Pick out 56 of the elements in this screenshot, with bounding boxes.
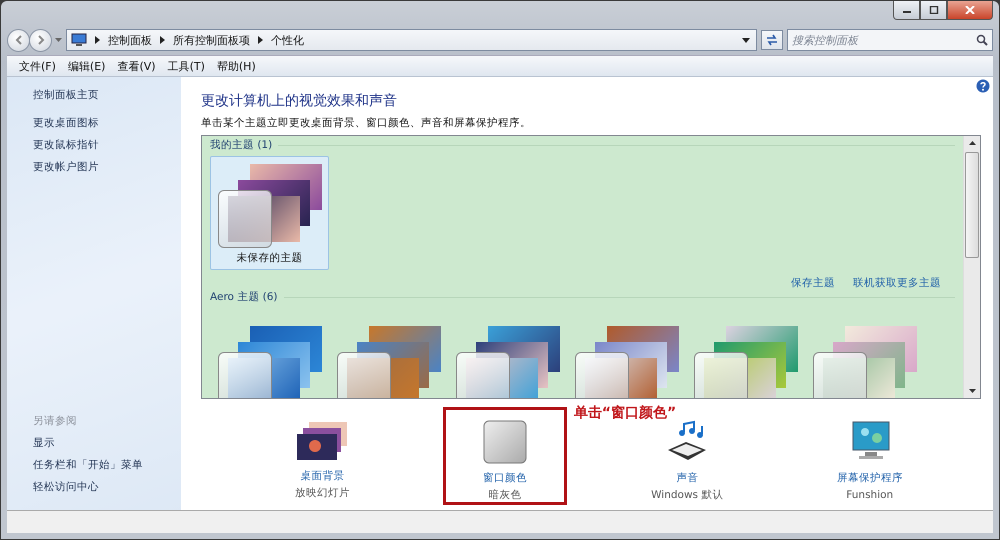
link[interactable]: 联机获取更多主题 xyxy=(853,276,941,290)
maximize-icon xyxy=(928,6,938,14)
minimize-button[interactable] xyxy=(893,1,920,20)
section-heading: 另请参阅 xyxy=(33,414,78,429)
breadcrumb-link[interactable]: 所有控制面板项 xyxy=(173,32,250,48)
instruction-text: 单击某个主题立即更改桌面背景、窗口颜色、声音和屏幕保护程序。 xyxy=(201,116,532,131)
setting-value: 暗灰色 xyxy=(488,488,522,503)
setting-value: 放映幻灯片 xyxy=(294,486,350,501)
sidebar-link[interactable]: 显示 xyxy=(33,432,181,454)
sidebar-link[interactable]: 更改鼠标指针 xyxy=(33,134,181,156)
menu-item[interactable]: 工具(T) xyxy=(164,58,209,74)
close-button[interactable] xyxy=(947,1,993,20)
sidebar-link[interactable]: 更改桌面图标 xyxy=(33,112,181,134)
menu-item[interactable]: 编辑(E) xyxy=(64,58,110,74)
sidebar-link[interactable]: 轻松访问中心 xyxy=(33,476,181,498)
chevron-icon[interactable] xyxy=(160,36,165,44)
scroll-thumb[interactable] xyxy=(965,152,979,258)
search-field[interactable]: 搜索控制面板 xyxy=(787,29,993,51)
search-icon xyxy=(976,34,988,46)
group-heading: 我的主题 (1) xyxy=(210,138,272,152)
chevron-icon[interactable] xyxy=(258,36,263,44)
setting-link[interactable]: 屏幕保护程序 xyxy=(836,470,903,486)
setting-link[interactable]: 桌面背景 xyxy=(300,468,344,484)
dropdown-icon[interactable] xyxy=(742,38,750,42)
menu-item[interactable]: 帮助(H) xyxy=(212,58,260,74)
setting-value: Windows 默认 xyxy=(651,488,724,503)
theme-tile[interactable]: 未保存的主题 xyxy=(210,156,329,270)
wallpaper-stack-icon[interactable] xyxy=(295,420,350,462)
recent-pages-icon[interactable] xyxy=(55,38,62,42)
menu-item[interactable]: 文件(F) xyxy=(15,58,60,74)
theme-name: 未保存的主题 xyxy=(236,251,302,266)
sidebar-link[interactable]: 更改帐户图片 xyxy=(33,156,181,178)
refresh-button[interactable] xyxy=(761,30,783,50)
monitor-icon xyxy=(71,33,87,47)
refresh-arrows-icon xyxy=(765,34,779,46)
link[interactable]: 保存主题 xyxy=(791,276,835,290)
breadcrumb-link[interactable]: 控制面板 xyxy=(108,32,152,48)
scrollbar[interactable] xyxy=(963,136,980,398)
address-field[interactable]: 控制面板 所有控制面板项 个性化 xyxy=(66,29,757,51)
back-button[interactable] xyxy=(7,28,30,52)
setting-link[interactable]: 窗口颜色 xyxy=(482,470,527,486)
menu-item[interactable]: 查看(V) xyxy=(113,58,160,74)
help-icon[interactable] xyxy=(976,79,990,93)
maximize-button[interactable] xyxy=(920,1,947,20)
sidebar-link[interactable]: 任务栏和「开始」菜单 xyxy=(33,454,181,476)
annotation-text: 单击“窗口颜色” xyxy=(574,404,676,422)
close-icon xyxy=(965,6,975,14)
forward-button[interactable] xyxy=(29,28,52,52)
setting-value: Funshion xyxy=(846,488,894,503)
window-color-icon[interactable] xyxy=(482,420,527,464)
chevron-icon[interactable] xyxy=(95,36,100,44)
sidebar-link[interactable]: 控制面板主页 xyxy=(33,87,181,103)
breadcrumb-link[interactable]: 个性化 xyxy=(271,32,304,48)
group-heading: Aero 主题 (6) xyxy=(210,290,278,304)
page-title: 更改计算机上的视觉效果和声音 xyxy=(201,92,398,111)
setting-link[interactable]: 声音 xyxy=(676,470,698,486)
